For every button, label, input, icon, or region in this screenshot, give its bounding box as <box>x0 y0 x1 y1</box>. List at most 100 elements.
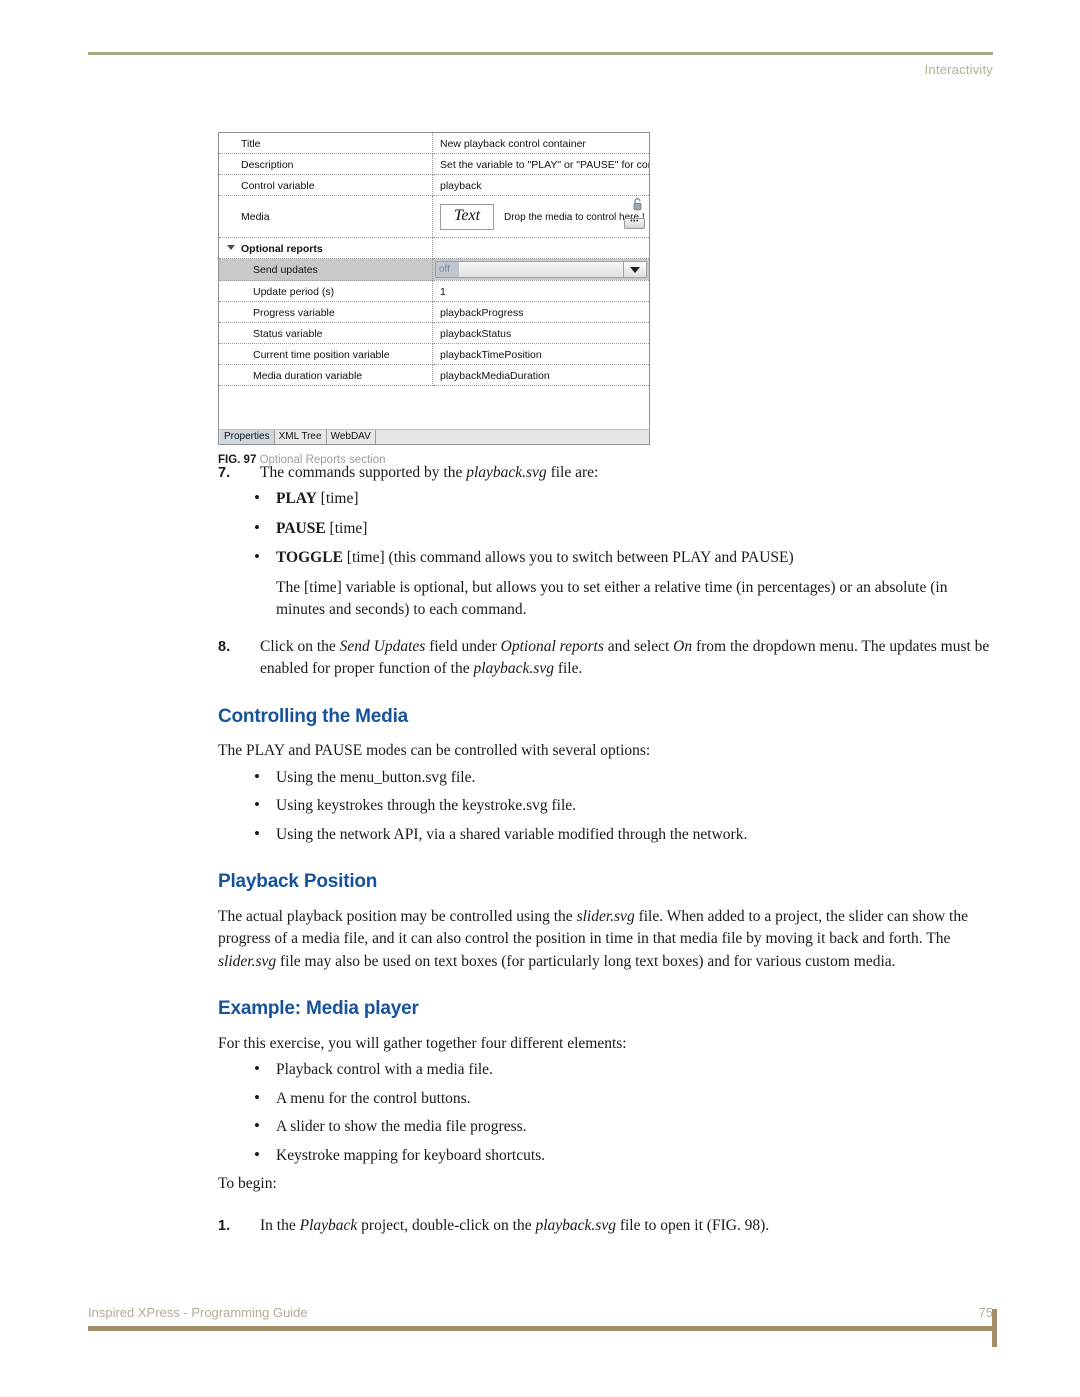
step-8-i4: playback.svg <box>473 660 554 678</box>
heading-example-media-player: Example: Media player <box>218 998 419 1020</box>
playback-position-paragraph: The actual playback position may be cont… <box>218 906 994 973</box>
row-label-current-time-position: Current time position variable <box>219 343 433 365</box>
s1-t1: In the <box>260 1217 300 1235</box>
step-7-number: 7. <box>218 465 231 481</box>
step-7: 7. The commands supported by the playbac… <box>218 462 994 484</box>
commands-list: PLAY [time] PAUSE [time] TOGGLE [time] (… <box>218 487 994 569</box>
table-row[interactable]: Title New playback control container <box>219 133 649 154</box>
step-1: 1. In the Playback project, double-click… <box>218 1215 994 1237</box>
footer-row: Inspired XPress - Programming Guide 75 <box>88 1305 993 1326</box>
example-elements-list: Playback control with a media file. A me… <box>218 1058 994 1167</box>
row-label-title: Title <box>219 133 433 154</box>
text-thumbnail[interactable]: Text <box>440 204 494 230</box>
tab-properties[interactable]: Properties <box>220 430 275 444</box>
row-value-media-duration[interactable]: playbackMediaDuration <box>432 364 649 386</box>
properties-table: Title New playback control container Des… <box>219 133 649 386</box>
chevron-down-icon[interactable] <box>227 245 235 251</box>
page-content: 7. The commands supported by the playbac… <box>218 462 994 1238</box>
row-label-status-variable: Status variable <box>219 322 433 344</box>
pp-c: file may also be used on text boxes (for… <box>276 952 896 970</box>
dropdown-arrow-button[interactable] <box>623 262 646 277</box>
pp-a: The actual playback position may be cont… <box>218 907 577 925</box>
step-7-note: The [time] variable is optional, but all… <box>276 578 948 619</box>
step-7-lead-file: playback.svg <box>466 464 547 481</box>
list-item: Using the network API, via a shared vari… <box>254 823 994 846</box>
step-8: 8. Click on the Send Updates field under… <box>218 636 994 681</box>
controlling-media-intro: The PLAY and PAUSE modes can be controll… <box>218 742 651 760</box>
row-label-send-updates: Send updates <box>219 258 433 281</box>
step-8-i3: On <box>673 637 693 655</box>
step-8-i2: Optional reports <box>500 637 604 655</box>
panel-empty-area <box>219 386 649 429</box>
figure-97: Title New playback control container Des… <box>218 132 650 466</box>
row-value-title[interactable]: New playback control container <box>432 133 649 154</box>
table-row-media[interactable]: Media Text Drop the media to control her… <box>219 195 649 238</box>
list-item: A menu for the control buttons. <box>254 1087 994 1110</box>
command-rest-toggle: [time] (this command allows you to switc… <box>342 549 794 567</box>
table-row[interactable]: Current time position variable playbackT… <box>219 343 649 365</box>
table-row-send-updates[interactable]: Send updates off <box>219 258 649 281</box>
send-updates-dropdown[interactable]: off <box>435 261 647 278</box>
step-8-i1: Send Updates <box>339 637 426 655</box>
row-label-media-duration: Media duration variable <box>219 364 433 386</box>
lock-icon[interactable] <box>632 198 643 211</box>
table-row[interactable]: Update period (s) 1 <box>219 280 649 302</box>
command-name-toggle: TOGGLE <box>276 549 343 567</box>
table-row[interactable]: Control variable playback <box>219 174 649 196</box>
table-row[interactable]: Progress variable playbackProgress <box>219 301 649 323</box>
step-8-body: Click on the Send Updates field under Op… <box>260 636 994 681</box>
tab-xml-tree[interactable]: XML Tree <box>274 430 327 444</box>
list-item: Using keystrokes through the keystroke.s… <box>254 794 994 817</box>
row-value-status-variable[interactable]: playbackStatus <box>432 322 649 344</box>
step-7-lead-a: The commands supported by the <box>260 464 467 481</box>
pp-i2: slider.svg <box>218 952 277 970</box>
example-intro: For this exercise, you will gather toget… <box>218 1034 627 1052</box>
tab-strip-filler <box>375 430 649 444</box>
list-item: PAUSE [time] <box>254 517 994 540</box>
heading-playback-position: Playback Position <box>218 871 378 893</box>
page-header: Interactivity <box>88 52 993 77</box>
chevron-down-icon <box>630 266 640 273</box>
properties-panel-screenshot: Title New playback control container Des… <box>218 132 650 429</box>
row-value-send-updates[interactable]: off <box>432 258 649 281</box>
tab-webdav[interactable]: WebDAV <box>326 430 376 444</box>
to-begin-text: To begin: <box>218 1175 277 1193</box>
list-item: Using the menu_button.svg file. <box>254 766 994 789</box>
pp-i1: slider.svg <box>576 907 635 925</box>
row-value-current-time-position[interactable]: playbackTimePosition <box>432 343 649 365</box>
row-value-control-variable[interactable]: playback <box>432 174 649 196</box>
row-label-progress-variable: Progress variable <box>219 301 433 323</box>
controlling-media-options-list: Using the menu_button.svg file. Using ke… <box>218 766 994 846</box>
list-item: A slider to show the media file progress… <box>254 1115 994 1138</box>
footer-divider <box>88 1326 993 1331</box>
group-label-text: Optional reports <box>241 242 323 255</box>
step-8-t3: and select <box>603 637 674 655</box>
step-7-lead-b: file are: <box>546 464 599 481</box>
row-value-description[interactable]: Set the variable to "PLAY" or "PAUSE" fo… <box>432 153 649 175</box>
list-item: TOGGLE [time] (this command allows you t… <box>254 546 994 569</box>
table-row[interactable]: Status variable playbackStatus <box>219 322 649 344</box>
s1-t2: project, double-click on the <box>357 1217 536 1235</box>
command-rest-pause: [time] <box>325 519 368 537</box>
step-7-body: The commands supported by the playback.s… <box>260 462 994 484</box>
browse-ellipsis-button[interactable]: ••• <box>624 218 645 229</box>
s1-i1: Playback <box>299 1217 358 1235</box>
table-row[interactable]: Media duration variable playbackMediaDur… <box>219 364 649 386</box>
list-item: Keystroke mapping for keyboard shortcuts… <box>254 1144 994 1167</box>
row-value-update-period[interactable]: 1 <box>432 280 649 302</box>
s1-i2: playback.svg <box>535 1217 616 1235</box>
panel-tab-strip: Properties XML Tree WebDAV <box>218 429 650 445</box>
row-value-progress-variable[interactable]: playbackProgress <box>432 301 649 323</box>
footer-doc-title: Inspired XPress - Programming Guide <box>88 1305 308 1320</box>
table-row[interactable]: Description Set the variable to "PLAY" o… <box>219 153 649 175</box>
command-name-pause: PAUSE <box>276 519 326 537</box>
media-drop-zone[interactable]: Text Drop the media to control here ! ••… <box>432 195 649 238</box>
row-label-update-period: Update period (s) <box>219 280 433 302</box>
media-row-controls: ••• <box>624 198 646 230</box>
group-header-optional-reports[interactable]: Optional reports <box>219 237 433 259</box>
table-group-optional-reports[interactable]: Optional reports <box>219 237 649 259</box>
step-8-t2: field under <box>425 637 501 655</box>
list-item: Playback control with a media file. <box>254 1058 994 1081</box>
